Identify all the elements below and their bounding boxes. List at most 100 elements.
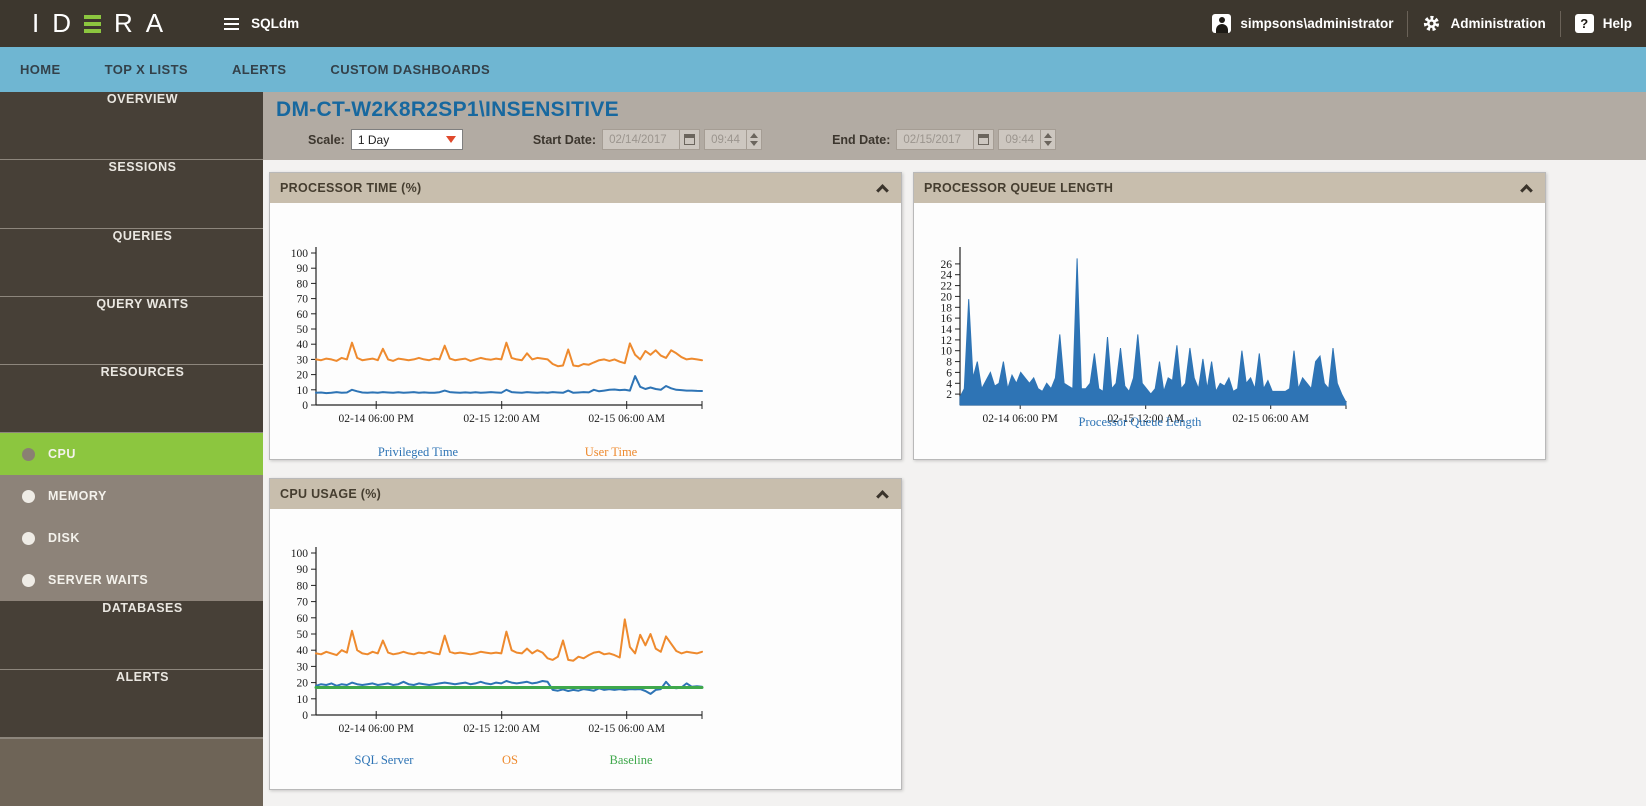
dropdown-arrow-icon	[446, 136, 456, 143]
scale-label: Scale:	[308, 133, 345, 147]
panel-title: CPU USAGE (%)	[280, 487, 381, 501]
sidebar-item-label: DISK	[48, 531, 80, 545]
radio-bullet-icon	[22, 490, 35, 503]
idera-logo: IDRA	[32, 8, 176, 39]
help-label: Help	[1603, 16, 1632, 31]
sidebar-item-queries[interactable]: QUERIES	[0, 229, 263, 297]
start-date-label: Start Date:	[533, 133, 596, 147]
svg-text:30: 30	[297, 354, 309, 366]
processor-queue-length-chart: 2 4 6 8 10 12 14 16 18 20 22 24 26 02-14…	[914, 239, 1364, 439]
idera-logo-letter: A	[146, 8, 165, 39]
sidebar-item-sessions[interactable]: SESSIONS	[0, 160, 263, 228]
svg-text:40: 40	[297, 339, 309, 351]
svg-text:22: 22	[941, 281, 953, 293]
svg-text:26: 26	[941, 259, 953, 271]
panel-processor-queue-length: PROCESSOR QUEUE LENGTH 2 4 6 8 10 12 14 …	[913, 172, 1546, 460]
svg-text:02-15 12:00 AM: 02-15 12:00 AM	[463, 413, 540, 425]
time-spinner-icon[interactable]	[1040, 130, 1055, 149]
nav-tab-custom-dashboards[interactable]: CUSTOM DASHBOARDS	[330, 62, 490, 77]
svg-text:20: 20	[297, 678, 309, 690]
end-calendar-button[interactable]	[974, 129, 994, 150]
sidebar-item-overview[interactable]: OVERVIEW	[0, 92, 263, 160]
start-time-input[interactable]: 09:44	[704, 129, 762, 150]
nav-tab-top-x-lists[interactable]: TOP X LISTS	[105, 62, 188, 77]
sidebar-item-server-waits[interactable]: SERVER WAITS	[0, 559, 263, 601]
svg-text:0: 0	[302, 400, 308, 412]
start-date-input[interactable]: 02/14/2017	[602, 129, 680, 150]
idera-logo-letter: I	[32, 8, 41, 39]
sidebar-item-label: CPU	[48, 447, 76, 461]
end-date-input[interactable]: 02/15/2017	[896, 129, 974, 150]
end-time-input[interactable]: 09:44	[998, 129, 1056, 150]
sidebar-item-label: ALERTS	[116, 670, 169, 684]
svg-text:6: 6	[946, 367, 952, 379]
page-header-strip: DM-CT-W2K8R2SP1\INSENSITIVE Scale: 1 Day…	[263, 92, 1646, 160]
svg-text:4: 4	[946, 378, 952, 390]
svg-text:16: 16	[941, 313, 953, 325]
sidebar-item-resources[interactable]: RESOURCES	[0, 365, 263, 433]
legend-item: User Time	[585, 445, 637, 460]
svg-text:20: 20	[297, 370, 309, 382]
start-time-value: 09:44	[711, 134, 740, 146]
svg-text:70: 70	[297, 294, 309, 306]
nav-tab-home[interactable]: HOME	[20, 62, 61, 77]
idera-logo-letter: R	[114, 8, 135, 39]
scale-select[interactable]: 1 Day	[351, 129, 463, 150]
start-calendar-button[interactable]	[680, 129, 700, 150]
calendar-icon	[684, 134, 695, 145]
svg-text:02-14 06:00 PM: 02-14 06:00 PM	[338, 413, 413, 425]
time-spinner-icon[interactable]	[746, 130, 761, 149]
sidebar-item-disk[interactable]: DISK	[0, 517, 263, 559]
svg-text:40: 40	[297, 645, 309, 657]
sidebar-item-memory[interactable]: MEMORY	[0, 475, 263, 517]
panel-title: PROCESSOR QUEUE LENGTH	[924, 181, 1113, 195]
sidebar-item-databases[interactable]: DATABASES	[0, 601, 263, 669]
divider	[1407, 11, 1408, 37]
sidebar-item-query-waits[interactable]: QUERY WAITS	[0, 297, 263, 365]
administration-button[interactable]: Administration	[1422, 14, 1545, 33]
svg-text:02-15 06:00 AM: 02-15 06:00 AM	[588, 413, 665, 425]
svg-text:24: 24	[941, 270, 953, 282]
svg-text:50: 50	[297, 629, 309, 641]
chevron-up-icon[interactable]	[876, 184, 889, 197]
svg-text:8: 8	[946, 357, 952, 369]
svg-text:60: 60	[297, 613, 309, 625]
sidebar: OVERVIEWSESSIONSQUERIES QUERY WAITS RESOUR…	[0, 92, 263, 806]
chevron-up-icon[interactable]	[1520, 184, 1533, 197]
menu-icon[interactable]	[224, 18, 239, 30]
calendar-icon	[978, 134, 989, 145]
panel-header: PROCESSOR QUEUE LENGTH	[914, 173, 1545, 203]
chart-legend: SQL ServerOSBaseline	[270, 753, 901, 769]
scale-value: 1 Day	[358, 133, 389, 147]
legend-item: Baseline	[609, 753, 652, 768]
panel-header: PROCESSOR TIME (%)	[270, 173, 901, 203]
help-button[interactable]: ? Help	[1575, 14, 1632, 33]
nav-tab-alerts[interactable]: ALERTS	[232, 62, 286, 77]
end-time-value: 09:44	[1005, 134, 1034, 146]
sidebar-item-cpu[interactable]: CPU	[0, 433, 263, 475]
panel-cpu-usage: CPU USAGE (%) 0 10 20 30 40 50 60 70 80 …	[269, 478, 902, 790]
sidebar-item-label: QUERY WAITS	[96, 297, 188, 311]
page-title: DM-CT-W2K8R2SP1\INSENSITIVE	[276, 98, 1646, 122]
radio-bullet-icon	[22, 532, 35, 545]
divider	[1560, 11, 1561, 37]
svg-text:80: 80	[297, 278, 309, 290]
sidebar-item-label: QUERIES	[113, 229, 173, 243]
svg-text:02-15 12:00 AM: 02-15 12:00 AM	[463, 723, 540, 735]
administration-label: Administration	[1450, 16, 1545, 31]
chevron-up-icon[interactable]	[876, 490, 889, 503]
svg-text:18: 18	[941, 302, 953, 314]
panel-processor-time: PROCESSOR TIME (%) 0 10 20 30 40 50 60 7…	[269, 172, 902, 460]
username: simpsons\administrator	[1240, 16, 1393, 31]
gear-icon	[1422, 14, 1441, 33]
sidebar-item-label: RESOURCES	[101, 365, 185, 379]
sidebar-item-alerts[interactable]: ALERTS	[0, 670, 263, 738]
user-menu[interactable]: simpsons\administrator	[1212, 14, 1393, 33]
top-header: IDRA SQLdm simpsons\administrator Admini…	[0, 0, 1646, 47]
svg-text:100: 100	[291, 548, 309, 560]
processor-time-chart: 0 10 20 30 40 50 60 70 80 90 100 02-14 0…	[270, 239, 720, 439]
svg-text:0: 0	[302, 710, 308, 722]
legend-item: OS	[502, 753, 518, 768]
svg-text:30: 30	[297, 661, 309, 673]
svg-text:100: 100	[291, 248, 309, 260]
